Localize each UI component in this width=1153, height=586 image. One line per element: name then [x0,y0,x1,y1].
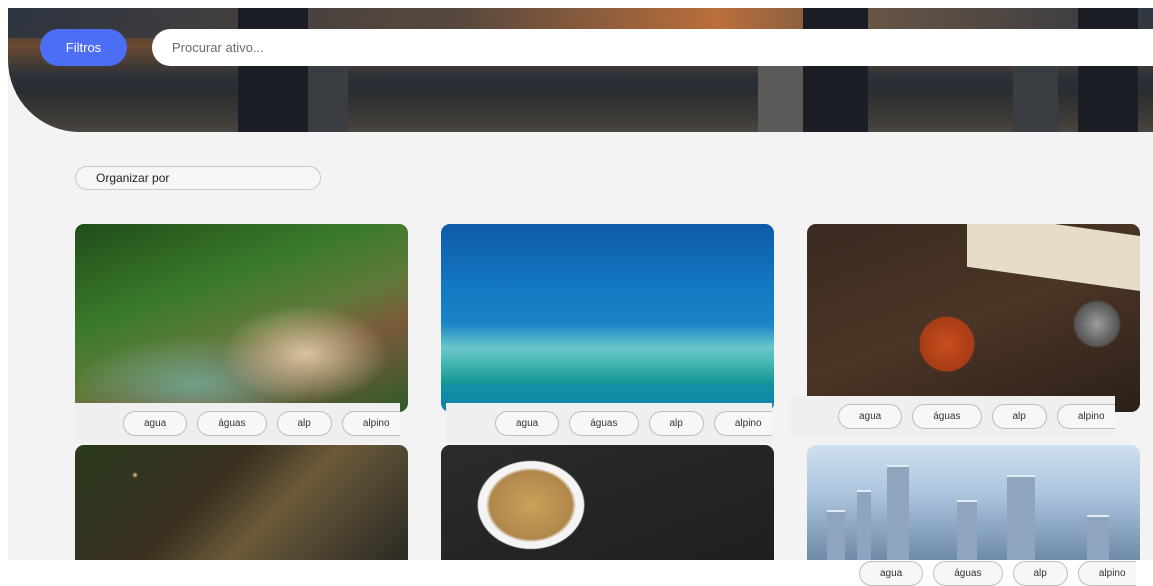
card-tags-6: agua águas alp alpino [811,560,1136,586]
card-tags-1: agua águas alp alpino [75,403,400,443]
asset-image-coffee[interactable] [807,224,1140,412]
tag-chip[interactable]: agua [495,410,560,436]
tag-chip[interactable]: agua [859,560,924,586]
asset-image-night-city[interactable] [75,445,408,560]
tag-chip[interactable]: alpino [713,410,772,436]
tag-chip[interactable]: agua [838,403,903,429]
asset-image-futuristic-city[interactable] [807,445,1140,560]
tag-chip[interactable]: alpino [1077,560,1136,586]
asset-image-surf[interactable] [441,224,774,412]
search-input[interactable]: Procurar ativo... [152,29,1153,66]
tag-chip[interactable]: águas [569,410,639,436]
tag-chip[interactable]: águas [933,560,1003,586]
tag-chip[interactable]: alp [276,410,332,436]
asset-image-snacks[interactable] [441,445,774,560]
sort-dropdown[interactable]: Organizar por [75,166,321,190]
tag-chip[interactable]: águas [912,403,982,429]
asset-image-coastline[interactable] [75,224,408,412]
tag-chip[interactable]: águas [197,410,267,436]
tag-chip[interactable]: alp [991,403,1047,429]
tag-chip[interactable]: alpino [341,410,400,436]
tag-chip[interactable]: alpino [1056,403,1115,429]
filters-button[interactable]: Filtros [40,29,127,66]
card-tags-3: agua águas alp alpino [789,396,1115,436]
hero-banner [8,8,1153,132]
card-tags-2: agua águas alp alpino [446,403,772,443]
tag-chip[interactable]: alp [1012,560,1068,586]
tag-chip[interactable]: alp [648,410,704,436]
tag-chip[interactable]: agua [123,410,188,436]
